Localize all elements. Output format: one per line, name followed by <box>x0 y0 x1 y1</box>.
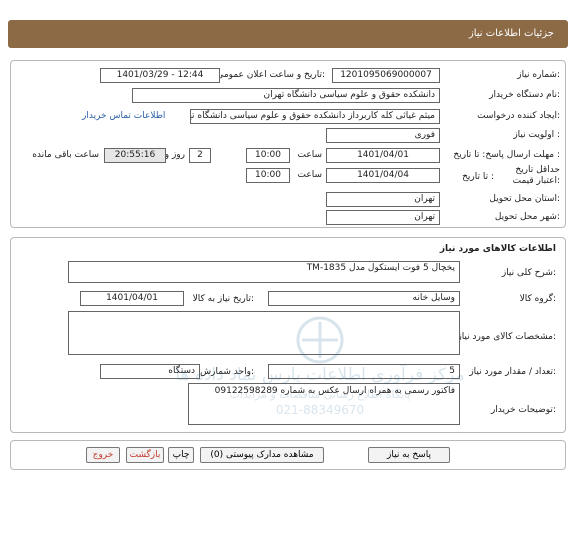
days-field: 2 <box>189 148 211 163</box>
exit-button[interactable]: خروج <box>86 447 120 463</box>
validity-prefix-label: تا تاریخ : <box>462 172 494 182</box>
province-field: تهران <box>326 192 440 207</box>
announce-label: تاریخ و ساعت اعلان عمومی: <box>216 70 325 80</box>
deadline-label: مهلت ارسال پاسخ: تا تاریخ : <box>453 150 560 160</box>
print-button[interactable]: چاپ <box>168 447 194 463</box>
buyer-notes-label: توضیحات خریدار: <box>490 405 556 415</box>
days-label: روز و <box>164 150 185 160</box>
validity-time-label: ساعت <box>297 170 323 180</box>
attachments-button[interactable]: مشاهده مدارک پیوستی (0) <box>200 447 324 463</box>
validity-label: حداقل تاریخ اعتبار قیمت: <box>512 165 560 186</box>
need-info-panel <box>10 60 566 228</box>
goods-group-field: وسایل خانه <box>268 291 460 306</box>
watermark: مرکز فرآوری اطلاعات پارس نماد داده ها پا… <box>175 316 465 417</box>
goods-section-title: اطلاعات کالاهای مورد نیاز <box>439 244 556 254</box>
description-label: شرح کلی نیاز: <box>501 268 556 278</box>
buyer-field: دانشکده حقوق و علوم سیاسی دانشگاه تهران <box>132 88 440 103</box>
remaining-label: ساعت باقی مانده <box>32 150 99 160</box>
need-date-label: تاریخ نیاز به کالا: <box>192 294 254 304</box>
city-field: تهران <box>326 210 440 225</box>
province-label: استان محل تحویل: <box>489 194 560 204</box>
deadline-time-field: 10:00 <box>246 148 290 163</box>
need-number-label: شماره نیاز: <box>517 70 560 80</box>
city-label: شهر محل تحویل: <box>494 212 560 222</box>
creator-label: ایجاد کننده درخواست: <box>477 111 560 121</box>
priority-field: فوری <box>326 128 440 143</box>
creator-field: میثم غیاثی کله کاربرداز دانشکده حقوق و ع… <box>190 109 440 124</box>
need-date-field: 1401/04/01 <box>80 291 184 306</box>
validity-date-field: 1401/04/04 <box>326 168 440 183</box>
watermark-line1: مرکز فرآوری اطلاعات پارس نماد داده ها <box>175 363 464 385</box>
contact-buyer-link[interactable]: اطلاعات تماس خریدار <box>82 111 165 121</box>
need-number-field: 1201095069000007 <box>332 68 440 83</box>
buyer-label: نام دستگاه خریدار: <box>489 90 560 100</box>
deadline-date-field: 1401/04/01 <box>326 148 440 163</box>
back-button[interactable]: بازگشت <box>126 447 164 463</box>
announce-field: 1401/03/29 - 12:44 <box>100 68 220 83</box>
reply-button[interactable]: پاسخ به نیاز <box>368 447 450 463</box>
watermark-logo <box>296 316 344 364</box>
page-title: جزئیات اطلاعات نیاز <box>468 28 554 39</box>
remaining-time-field: 20:55:16 <box>104 148 166 163</box>
deadline-time-label: ساعت <box>297 150 323 160</box>
watermark-phone: 021-88349670 <box>276 403 364 417</box>
priority-label: اولویت نیاز : <box>513 130 560 140</box>
watermark-line2: پایگاه اطلاع رسانی مناقصات و مزایدات <box>230 388 411 401</box>
goods-group-label: گروه کالا: <box>519 294 556 304</box>
validity-time-field: 10:00 <box>246 168 290 183</box>
page-header: جزئیات اطلاعات نیاز <box>8 20 568 48</box>
description-field: یخچال 5 فوت ایستکول مدل TM-1835 <box>68 261 460 283</box>
